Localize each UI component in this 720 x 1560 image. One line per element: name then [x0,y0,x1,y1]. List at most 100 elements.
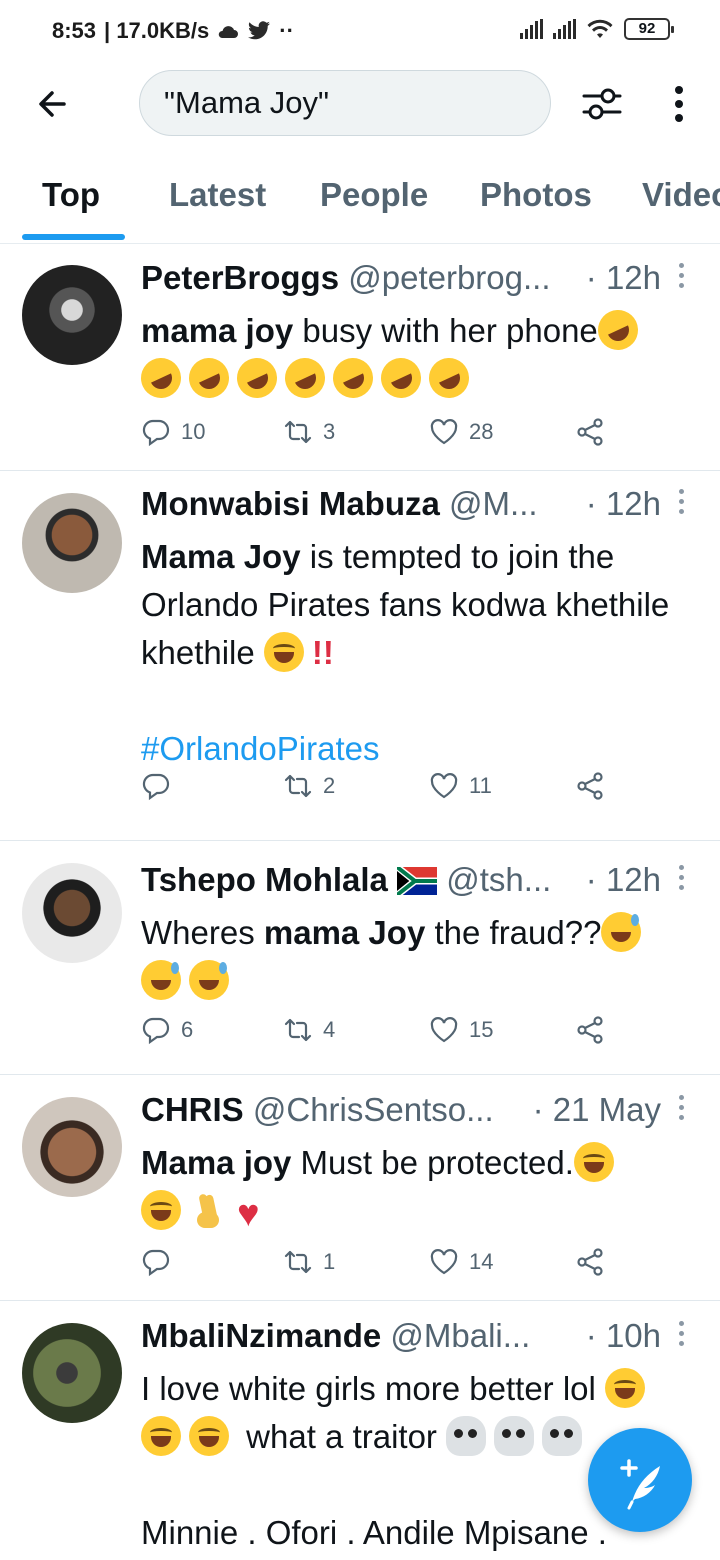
author-handle[interactable]: @tsh... [446,861,551,898]
tweet-time: · 21 May [526,1091,661,1129]
tweet-card[interactable]: CHRIS @ChrisSentso... · 21 May Mama joy … [0,1075,720,1301]
tweet-card[interactable]: PeterBroggs @peterbrog... · 12h mama joy… [0,245,720,471]
like-button[interactable]: 14 [429,1247,493,1277]
rofl-emoji-icon [374,351,428,405]
retweet-button[interactable]: 3 [283,417,335,447]
retweet-button[interactable]: 1 [283,1247,335,1277]
reply-button[interactable]: 10 [141,417,205,447]
tears-of-joy-emoji-icon [263,632,304,672]
rofl-emoji-icon [326,351,380,405]
tweet-text: Mama joy Must be protected. ♥ [141,1139,701,1238]
hashtag-link[interactable]: #OrlandoPirates [141,730,379,767]
wifi-icon [587,19,613,38]
reply-icon [142,773,170,801]
like-button[interactable]: 15 [429,1015,493,1045]
sweat-smile-emoji-icon [189,960,229,1000]
avatar[interactable] [22,1323,122,1423]
tweet-options-icon[interactable] [679,1095,687,1125]
highlighted-term: Mama joy [141,1144,292,1181]
network-speed: | 17.0KB/s [104,18,210,43]
skull-emoji-icon [494,1416,535,1456]
avatar[interactable] [22,1097,122,1197]
compose-tweet-button[interactable] [588,1428,692,1532]
retweet-icon [284,1018,312,1042]
twitter-bird-icon [248,21,271,40]
tweet-header: PeterBroggs @peterbrog... · 12h [141,259,701,307]
tweet-options-icon[interactable] [679,489,687,519]
author-handle[interactable]: @M... [449,485,538,522]
avatar[interactable] [22,493,122,593]
retweet-icon [284,1250,312,1274]
highlighted-term: mama joy [141,312,294,349]
tears-of-joy-emoji-icon [573,1142,614,1182]
back-arrow-icon[interactable] [30,82,74,126]
author-name[interactable]: MbaliNzimande [141,1317,381,1354]
tab-people[interactable]: People [320,176,428,214]
tweet-header: Tshepo Mohlala @tsh... · 12h [141,861,701,909]
tab-videos[interactable]: Videos [642,176,720,214]
tweet-card[interactable]: Monwabisi Mabuza @M... · 12h Mama Joy is… [0,471,720,841]
retweet-button[interactable]: 4 [283,1015,335,1045]
share-icon [577,772,603,800]
search-tabs: Top Latest People Photos Videos [0,160,720,244]
retweet-icon [284,774,312,798]
tweet-actions: 10 3 28 [141,417,621,457]
author-handle[interactable]: @ChrisSentso... [253,1091,494,1128]
like-button[interactable]: 28 [429,417,493,447]
author-name[interactable]: CHRIS [141,1091,244,1128]
reply-icon [142,1017,170,1045]
tears-of-joy-emoji-icon [605,1368,646,1408]
sweat-smile-emoji-icon [601,912,642,952]
skull-emoji-icon [542,1416,583,1456]
skull-emoji-icon [446,1416,487,1456]
tab-top[interactable]: Top [42,176,100,214]
tweet-actions: 1 14 [141,1247,621,1287]
retweet-button[interactable]: 2 [283,771,335,801]
tweet-text-body: the fraud?? [425,914,602,951]
search-input[interactable]: "Mama Joy" [139,70,551,136]
author-handle[interactable]: @peterbrog... [348,259,550,296]
clock: 8:53 [52,18,97,43]
sweat-smile-emoji-icon [141,960,181,1000]
reply-icon [142,419,170,447]
share-button[interactable] [575,1015,605,1045]
tweet-text: Wheres mama Joy the fraud?? [141,909,701,1005]
like-button[interactable]: 11 [429,771,492,801]
avatar[interactable] [22,265,122,365]
author-handle[interactable]: @Mbali... [390,1317,530,1354]
author-name[interactable]: PeterBroggs [141,259,339,296]
tweet-options-icon[interactable] [679,1321,687,1351]
author-name[interactable]: Tshepo Mohlala [141,861,388,898]
like-count: 15 [469,1017,494,1042]
highlighted-term: Mama Joy [141,538,301,575]
tweet-content: Tshepo Mohlala @tsh... · 12h Wheres mama… [141,861,701,1005]
overflow-menu-icon[interactable] [662,80,696,128]
rofl-emoji-icon [278,351,332,405]
tweet-text-line3: Minnie . Ofori . Andile Mpisane . [141,1514,607,1551]
author-name[interactable]: Monwabisi Mabuza [141,485,440,522]
retweet-count: 3 [323,419,336,444]
tweet-content: CHRIS @ChrisSentso... · 21 May Mama joy … [141,1091,701,1238]
reply-button[interactable]: 6 [141,1015,193,1045]
share-button[interactable] [575,1247,605,1277]
tweet-options-icon[interactable] [679,865,687,895]
avatar[interactable] [22,863,122,963]
tab-latest[interactable]: Latest [169,176,266,214]
double-exclamation-emoji: !! [311,634,334,671]
rofl-emoji-icon [134,351,188,405]
tab-photos[interactable]: Photos [480,176,592,214]
tears-of-joy-emoji-icon [141,1190,181,1230]
tweet-actions: 6 4 15 [141,1015,621,1055]
share-button[interactable] [575,417,605,447]
share-button[interactable] [575,771,605,801]
like-count: 14 [469,1249,494,1274]
filter-sliders-icon[interactable] [578,80,626,128]
tweet-card[interactable]: Tshepo Mohlala @tsh... · 12h Wheres mama… [0,841,720,1075]
reply-button[interactable] [141,1247,181,1277]
tweet-options-icon[interactable] [679,263,687,293]
south-africa-flag-icon [394,864,438,898]
signal-icon-2 [553,19,576,39]
reply-button[interactable] [141,771,181,801]
retweet-count: 1 [323,1249,336,1274]
tweet-text-body: Must be protected. [291,1144,574,1181]
